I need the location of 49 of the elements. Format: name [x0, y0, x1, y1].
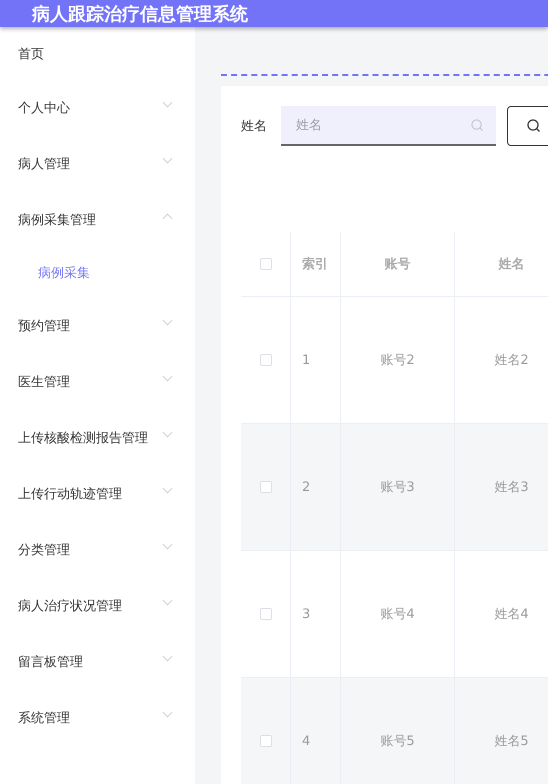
- table-cell: 账号5: [341, 678, 455, 784]
- checkbox[interactable]: [260, 735, 272, 747]
- search-field[interactable]: 姓名: [281, 106, 496, 146]
- menu-item[interactable]: 分类管理: [0, 522, 195, 578]
- menu-item[interactable]: 医生管理: [0, 354, 195, 410]
- table-cell: 2: [291, 424, 341, 550]
- search-icon: [471, 119, 484, 132]
- checkbox[interactable]: [260, 608, 272, 620]
- chevron-down-icon: [162, 710, 173, 718]
- submenu-item[interactable]: 病例采集: [0, 248, 195, 298]
- table-cell: 姓名3: [455, 424, 548, 550]
- menu-item[interactable]: 个人中心: [0, 80, 195, 136]
- menu-item[interactable]: 上传行动轨迹管理: [0, 466, 195, 522]
- chevron-down-icon: [162, 100, 173, 108]
- search-icon: [527, 119, 541, 133]
- column-header: 索引: [291, 232, 341, 296]
- chevron-down-icon: [162, 486, 173, 494]
- chevron-down-icon: [162, 318, 173, 326]
- column-header: 姓名: [455, 232, 548, 296]
- chevron-down-icon: [162, 156, 173, 164]
- search-label: 姓名: [241, 118, 268, 135]
- menu-item[interactable]: 病例采集管理: [0, 192, 195, 248]
- chevron-up-icon: [162, 212, 173, 220]
- chevron-down-icon: [162, 374, 173, 382]
- table-cell: 账号4: [341, 551, 455, 677]
- table-cell: 1: [291, 297, 341, 423]
- table-cell: 4: [291, 678, 341, 784]
- checkbox[interactable]: [260, 258, 272, 270]
- chevron-down-icon: [162, 430, 173, 438]
- table-cell: 账号2: [341, 297, 455, 423]
- checkbox[interactable]: [260, 354, 272, 366]
- menu-item[interactable]: 病人管理: [0, 136, 195, 192]
- chevron-down-icon: [162, 598, 173, 606]
- menu-item[interactable]: 病人治疗状况管理: [0, 578, 195, 634]
- menu-item[interactable]: 上传核酸检测报告管理: [0, 410, 195, 466]
- app-title: 病人跟踪治疗信息管理系统: [32, 3, 248, 27]
- menu-item[interactable]: 留言板管理: [0, 634, 195, 690]
- checkbox[interactable]: [260, 481, 272, 493]
- chevron-down-icon: [162, 654, 173, 662]
- table-cell: 姓名2: [455, 297, 548, 423]
- table-cell: 姓名5: [455, 678, 548, 784]
- chevron-down-icon: [162, 542, 173, 550]
- table-cell: 账号3: [341, 424, 455, 550]
- menu-item[interactable]: 系统管理: [0, 690, 195, 746]
- table-cell: 3: [291, 551, 341, 677]
- column-header: 账号: [341, 232, 455, 296]
- menu-item[interactable]: 预约管理: [0, 298, 195, 354]
- table-cell: 姓名4: [455, 551, 548, 677]
- menu-item[interactable]: 首页: [0, 27, 195, 80]
